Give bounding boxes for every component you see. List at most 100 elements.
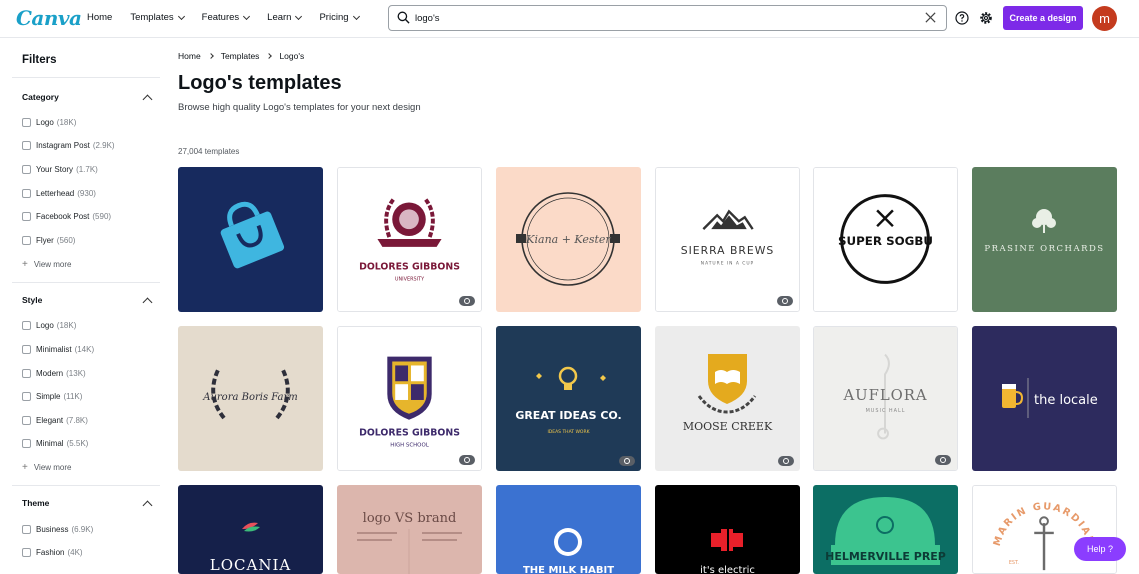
chevron-right-icon: [266, 53, 273, 59]
gear-icon[interactable]: [979, 11, 993, 25]
filter-option-label: Logo: [36, 320, 54, 330]
search-icon[interactable]: [397, 11, 410, 24]
filter-option-label: Modern: [36, 368, 64, 378]
canva-logo[interactable]: Canva: [16, 6, 82, 30]
checkbox[interactable]: [22, 344, 31, 354]
filter-option-count: (11K): [63, 391, 83, 401]
template-card[interactable]: GREAT IDEAS CO. IDEAS THAT WORK: [496, 326, 641, 471]
checkbox[interactable]: [22, 211, 31, 221]
breadcrumb-home[interactable]: Home: [178, 51, 201, 61]
checkbox[interactable]: [22, 524, 31, 534]
filter-option-count: (1.7K): [76, 164, 98, 174]
chevron-up-icon[interactable]: [142, 500, 153, 511]
school-shield-artwork: DOLORES GIBBONS HIGH SCHOOL: [338, 327, 481, 470]
view-more-link[interactable]: + View more: [22, 259, 72, 270]
filters-sidebar: Filters Category Logo (18K) Instagram Pos…: [0, 39, 160, 574]
filter-option[interactable]: Minimalist (14K): [22, 343, 94, 355]
help-button[interactable]: Help ?: [1074, 537, 1126, 561]
search-box: [388, 5, 947, 31]
search-input[interactable]: [415, 9, 915, 27]
template-subtitle: MUSIC HALL: [866, 408, 906, 414]
create-design-button[interactable]: Create a design: [1003, 6, 1083, 30]
filter-option[interactable]: Flyer (560): [22, 234, 75, 246]
filter-option[interactable]: Fashion (4K): [22, 546, 83, 558]
checkbox[interactable]: [22, 164, 31, 174]
filter-option[interactable]: Logo (18K): [22, 116, 76, 128]
prep-school-artwork: HELMERVILLE PREP: [813, 485, 958, 574]
filter-option[interactable]: Elegant (7.8K): [22, 414, 88, 426]
close-icon[interactable]: [924, 11, 937, 24]
nav-home[interactable]: Home: [87, 12, 112, 23]
nav-home-label: Home: [87, 12, 113, 23]
help-circle-icon[interactable]: [955, 11, 969, 25]
nav-templates[interactable]: Templates: [130, 12, 185, 23]
nav-templates-label: Templates: [130, 12, 174, 23]
template-card[interactable]: DOLORES GIBBONS HIGH SCHOOL: [337, 326, 482, 471]
template-title: LOCANIA: [210, 556, 291, 574]
filter-option[interactable]: Simple (11K): [22, 390, 82, 402]
checkbox[interactable]: [22, 117, 31, 127]
filter-option-label: Your Story: [36, 164, 74, 174]
checkbox[interactable]: [22, 415, 31, 425]
template-card[interactable]: [178, 167, 323, 312]
filter-section-style-title[interactable]: Style: [22, 295, 42, 305]
view-more-link[interactable]: + View more: [22, 462, 72, 473]
chevron-up-icon[interactable]: [142, 297, 153, 308]
template-title: AUFLORA: [842, 387, 927, 404]
template-title: Aurora Boris Farm: [202, 392, 298, 403]
checkbox[interactable]: [22, 140, 31, 150]
filter-option-count: (13K): [66, 368, 86, 378]
template-card[interactable]: the locale: [972, 326, 1117, 471]
pro-badge-icon: [459, 296, 475, 306]
nav-pricing[interactable]: Pricing: [319, 12, 360, 23]
filter-option[interactable]: Facebook Post (590): [22, 210, 111, 222]
filter-option[interactable]: Instagram Post (2.9K): [22, 139, 115, 151]
filter-section-category-title[interactable]: Category: [22, 92, 59, 102]
checkbox[interactable]: [22, 391, 31, 401]
filter-option[interactable]: Modern (13K): [22, 367, 86, 379]
top-bar: Canva Home Templates Features Learn Pric…: [0, 0, 1139, 38]
checkbox[interactable]: [22, 320, 31, 330]
template-card[interactable]: MOOSE CREEK: [655, 326, 800, 471]
tree-logo-artwork: PRASINE ORCHARDS: [972, 167, 1117, 312]
template-card[interactable]: SUPER SOGBU: [813, 167, 958, 312]
template-card[interactable]: LOCANIA: [178, 485, 323, 574]
template-card[interactable]: logo VS brand: [337, 485, 482, 574]
template-card[interactable]: PRASINE ORCHARDS: [972, 167, 1117, 312]
filter-option[interactable]: Letterhead (930): [22, 187, 96, 199]
pro-badge-icon: [459, 455, 475, 465]
nav-features[interactable]: Features: [202, 12, 251, 23]
chevron-down-icon: [243, 12, 251, 20]
chevron-down-icon: [352, 12, 360, 20]
template-card[interactable]: DOLORES GIBBONS UNIVERSITY: [337, 167, 482, 312]
restaurant-logo-artwork: SUPER SOGBU: [814, 168, 957, 311]
filter-option[interactable]: Logo (18K): [22, 319, 76, 331]
view-more-label: View more: [33, 463, 72, 472]
filter-option-label: Letterhead: [36, 188, 75, 198]
template-card[interactable]: it's electric: [655, 485, 800, 574]
checkbox[interactable]: [22, 235, 31, 245]
filter-option[interactable]: Minimal (5.5K): [22, 437, 88, 449]
template-card[interactable]: Kiana + Kester: [496, 167, 641, 312]
template-card[interactable]: SIERRA BREWS NATURE IN A CUP: [655, 167, 800, 312]
template-title: DOLORES GIBBONS: [359, 262, 460, 273]
page-title: Logo's templates: [178, 72, 342, 94]
avatar[interactable]: m: [1092, 6, 1117, 31]
template-card[interactable]: HELMERVILLE PREP: [813, 485, 958, 574]
filter-section-theme-title[interactable]: Theme: [22, 498, 49, 508]
filter-option-label: Simple: [36, 391, 61, 401]
checkbox[interactable]: [22, 188, 31, 198]
nav-learn[interactable]: Learn: [267, 12, 303, 23]
filter-option[interactable]: Your Story (1.7K): [22, 163, 98, 175]
checkbox[interactable]: [22, 368, 31, 378]
chevron-up-icon[interactable]: [142, 94, 153, 105]
template-card[interactable]: THE MILK HABIT: [496, 485, 641, 574]
music-hall-artwork: AUFLORA MUSIC HALL: [814, 327, 957, 470]
pro-badge-icon: [619, 456, 635, 466]
checkbox[interactable]: [22, 438, 31, 448]
template-card[interactable]: AUFLORA MUSIC HALL: [813, 326, 958, 471]
template-card[interactable]: Aurora Boris Farm: [178, 326, 323, 471]
breadcrumb-templates[interactable]: Templates: [221, 51, 260, 61]
checkbox[interactable]: [22, 547, 31, 557]
filter-option[interactable]: Business (6.9K): [22, 523, 93, 535]
